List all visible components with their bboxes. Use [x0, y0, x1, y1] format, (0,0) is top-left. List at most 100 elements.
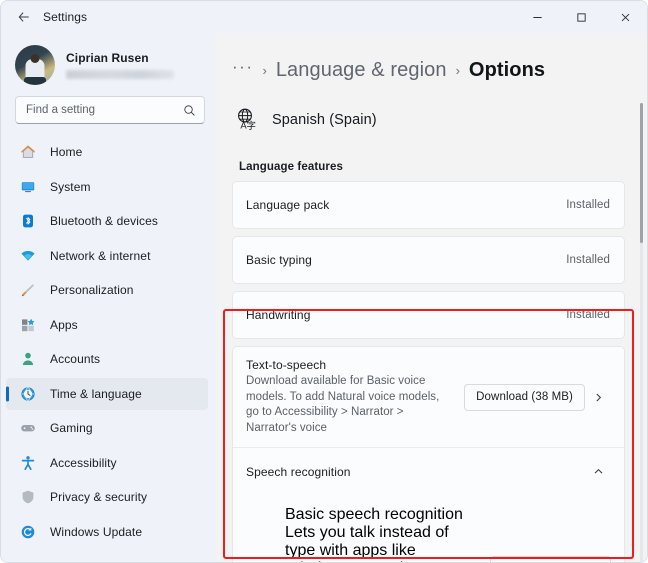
sidebar-item-label: Home	[50, 145, 83, 159]
feature-card-basic-speech-recognition[interactable]: Basic speech recognition Lets you talk i…	[233, 495, 624, 562]
account-email-redacted	[66, 70, 174, 79]
settings-window: Settings Ciprian Rusen Find a setting Ho…	[0, 0, 648, 563]
main-inner: ··· › Language & region › Options A 字 Sp…	[216, 33, 647, 562]
feature-title: Basic speech recognition	[285, 506, 463, 523]
sidebar-item-personalization[interactable]: Personalization	[6, 274, 208, 306]
sidebar: Ciprian Rusen Find a setting Home System…	[1, 33, 216, 562]
sidebar-item-home[interactable]: Home	[6, 136, 208, 168]
feature-title: Text-to-speech	[246, 358, 327, 372]
home-icon	[19, 143, 37, 161]
account-name: Ciprian Rusen	[66, 51, 149, 65]
breadcrumb-overflow-button[interactable]: ···	[232, 57, 253, 84]
maximize-button[interactable]	[559, 1, 603, 33]
search-box[interactable]	[15, 96, 205, 124]
sidebar-item-label: Privacy & security	[50, 490, 148, 504]
sidebar-item-label: Gaming	[50, 421, 93, 435]
sidebar-item-label: Accounts	[50, 352, 101, 366]
section-title: Language features	[239, 161, 343, 173]
scrollbar-thumb[interactable]	[640, 103, 643, 243]
back-button[interactable]	[9, 4, 39, 30]
feature-description: Lets you talk instead of type with apps …	[285, 524, 449, 562]
search-icon	[183, 104, 196, 117]
sidebar-item-label: Windows Update	[50, 524, 143, 539]
main-scrollbar[interactable]	[640, 103, 643, 562]
chevron-right-icon: ›	[455, 62, 460, 78]
person-icon	[19, 350, 37, 368]
maximize-icon	[576, 12, 586, 22]
sidebar-item-privacy-security[interactable]: Privacy & security	[6, 481, 208, 513]
breadcrumb-parent-link[interactable]: Language & region	[276, 59, 447, 82]
feature-card-handwriting[interactable]: Handwriting Installed	[232, 291, 625, 339]
sidebar-item-label: Time & language	[50, 386, 142, 401]
sidebar-item-label: Personalization	[50, 283, 134, 297]
page-title: Options	[468, 58, 546, 81]
sidebar-item-label: Network & internet	[50, 248, 151, 263]
feature-title: Handwriting	[246, 308, 311, 322]
status-badge: Installed	[566, 199, 610, 211]
gamepad-icon	[19, 419, 37, 437]
status-badge: Installed	[566, 254, 610, 266]
apps-grid-icon	[19, 316, 37, 334]
status-badge: Installed	[566, 309, 610, 321]
shield-icon	[19, 488, 37, 506]
download-text-to-speech-button[interactable]: Download (38 MB)	[464, 383, 585, 411]
svg-text:字: 字	[246, 120, 256, 132]
accessibility-person-icon	[19, 454, 37, 472]
window-title: Settings	[43, 10, 88, 24]
language-header: A 字 Spanish (Spain)	[232, 105, 647, 135]
paintbrush-icon	[19, 281, 37, 299]
account-text: Ciprian Rusen	[66, 50, 174, 79]
sidebar-item-windows-update[interactable]: Windows Update	[6, 516, 208, 548]
avatar-head	[30, 53, 40, 63]
feature-card-text-to-speech[interactable]: Text-to-speech Download available for Ba…	[233, 347, 624, 447]
feature-title: Language pack	[246, 198, 330, 212]
basic-speech-text: Basic speech recognition Lets you talk i…	[285, 506, 490, 562]
wifi-icon	[19, 247, 37, 265]
feature-title: Basic typing	[246, 253, 312, 267]
chevron-right-icon[interactable]	[585, 392, 611, 403]
system-monitor-icon	[19, 178, 37, 196]
feature-card-list: Language pack Installed Basic typing Ins…	[232, 181, 647, 562]
search-wrapper	[1, 89, 216, 124]
breadcrumb: ··· › Language & region › Options	[232, 55, 647, 85]
speech-recognition-text: Speech recognition	[246, 465, 585, 479]
sidebar-item-accessibility[interactable]: Accessibility	[6, 447, 208, 479]
bluetooth-icon	[19, 212, 37, 230]
speech-group-card: Text-to-speech Download available for Ba…	[232, 346, 625, 562]
sidebar-item-time-language[interactable]: Time & language	[6, 377, 208, 410]
minimize-icon	[532, 16, 542, 18]
close-icon	[621, 13, 629, 21]
feature-card-language-pack[interactable]: Language pack Installed	[232, 181, 625, 229]
text-to-speech-text: Text-to-speech Download available for Ba…	[246, 358, 464, 436]
language-name: Spanish (Spain)	[272, 112, 377, 128]
sidebar-item-apps[interactable]: Apps	[6, 309, 208, 341]
chevron-right-icon: ›	[262, 62, 267, 78]
sidebar-item-system[interactable]: System	[6, 171, 208, 203]
window-body: Ciprian Rusen Find a setting Home System…	[1, 33, 647, 562]
sidebar-item-label: Accessibility	[50, 455, 117, 470]
feature-title: Speech recognition	[246, 464, 351, 479]
feature-description: Download available for Basic voice model…	[246, 375, 440, 434]
speech-recognition-header[interactable]: Speech recognition	[233, 447, 624, 495]
feature-card-basic-typing[interactable]: Basic typing Installed	[232, 236, 625, 284]
download-basic-speech-button[interactable]: Download (78 MB)	[490, 555, 611, 562]
clock-globe-icon	[19, 385, 37, 403]
sidebar-item-label: Bluetooth & devices	[50, 214, 158, 228]
update-refresh-icon	[19, 523, 37, 541]
account-summary[interactable]: Ciprian Rusen	[1, 33, 216, 89]
chevron-up-icon[interactable]	[585, 466, 611, 477]
sidebar-item-network-internet[interactable]: Network & internet	[6, 240, 208, 272]
avatar	[15, 44, 55, 85]
sidebar-item-accounts[interactable]: Accounts	[6, 343, 208, 375]
sidebar-item-gaming[interactable]: Gaming	[6, 412, 208, 444]
sidebar-nav: Home System Bluetooth & devices Network …	[1, 136, 216, 562]
search-input[interactable]	[26, 104, 183, 116]
sidebar-item-bluetooth-devices[interactable]: Bluetooth & devices	[6, 205, 208, 237]
avatar-legs	[24, 76, 46, 85]
sidebar-item-label: System	[50, 179, 91, 194]
close-button[interactable]	[603, 1, 647, 33]
language-globe-icon: A 字	[232, 105, 262, 135]
sidebar-item-label: Apps	[50, 317, 78, 332]
minimize-button[interactable]	[515, 1, 559, 33]
title-bar: Settings	[1, 1, 647, 33]
